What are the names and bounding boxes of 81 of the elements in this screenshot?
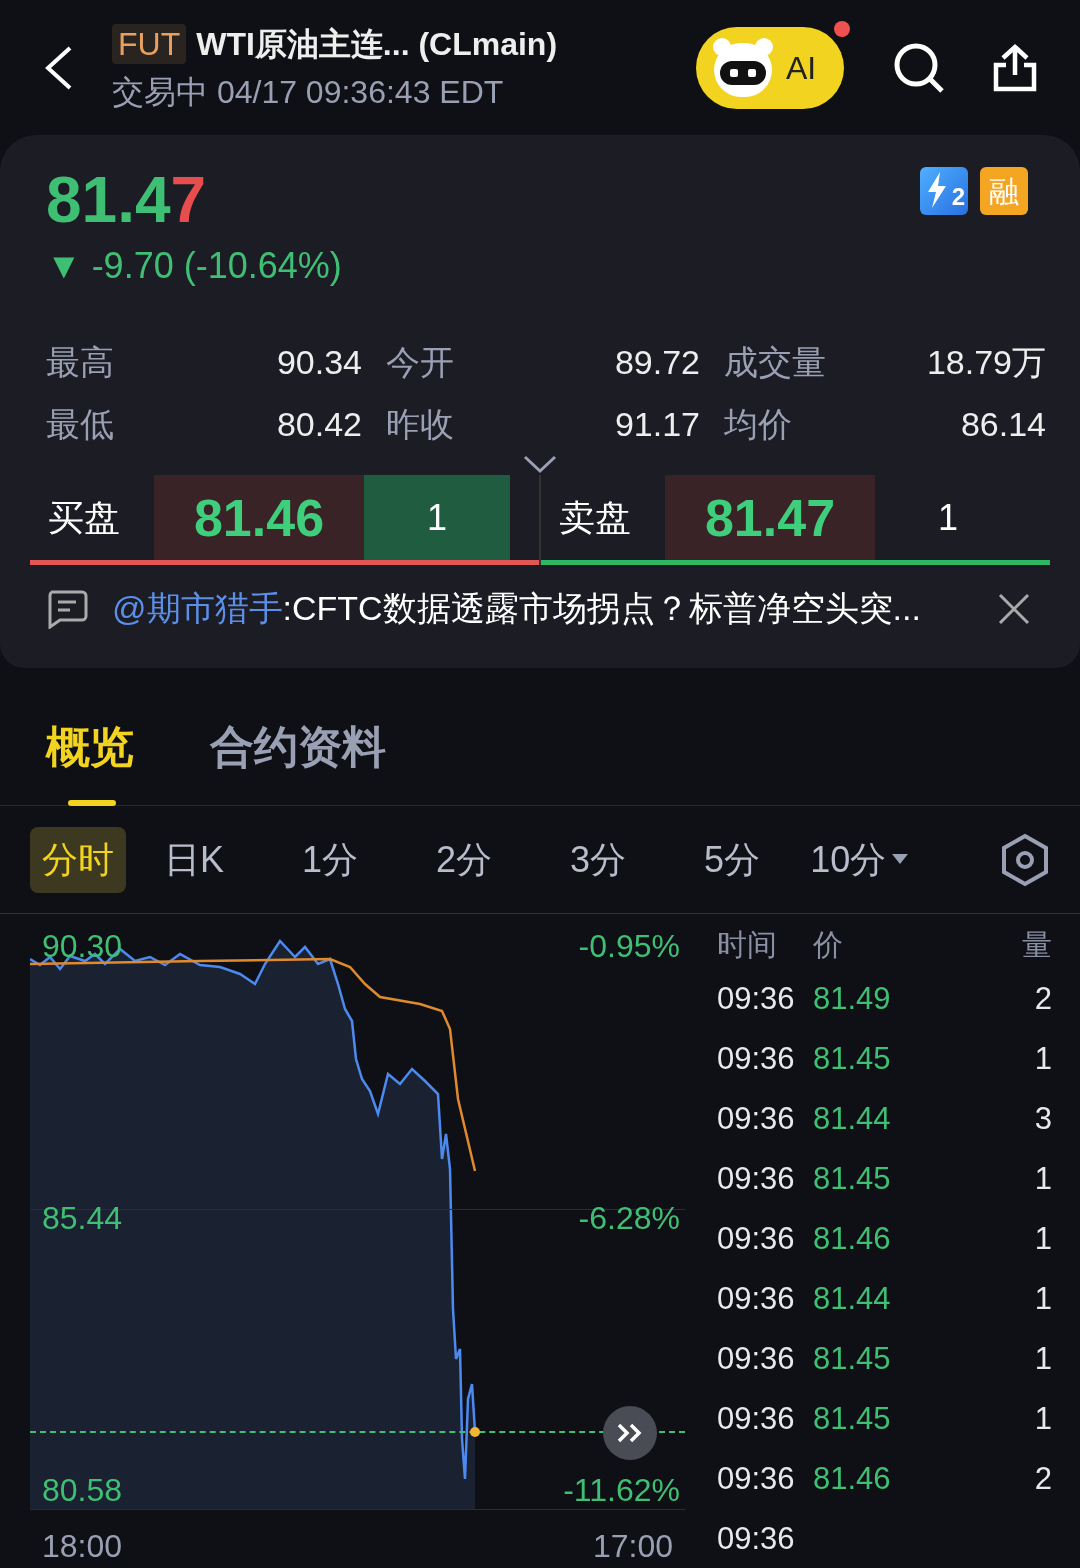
tick-time: 09:36 — [717, 1519, 796, 1558]
tick-price: 81.45 — [813, 1399, 891, 1438]
stat-label: 昨收 — [386, 404, 454, 445]
column-header: 量 — [1022, 926, 1052, 963]
period-tab[interactable]: 分时 — [30, 826, 126, 893]
bid-price: 81.46 — [154, 475, 364, 560]
column-header: 价 — [813, 926, 844, 963]
stat-value: 80.42 — [276, 404, 362, 445]
tick-time: 09:36 — [717, 1459, 796, 1498]
percent-axis-label: -0.95% — [578, 927, 680, 966]
tick-time: 09:36 — [717, 979, 796, 1018]
tick-time: 09:36 — [717, 1039, 796, 1078]
tick-quantity: 2 — [1034, 979, 1052, 1018]
tick-quantity: 1 — [1034, 1039, 1052, 1078]
tick-price: 81.44 — [813, 1279, 891, 1318]
stat-value: 91.17 — [614, 404, 700, 445]
tick-price: 81.45 — [813, 1339, 891, 1378]
tick-price: 81.45 — [813, 1039, 891, 1078]
scroll-latest-button[interactable] — [603, 1406, 657, 1460]
stat-value: 86.14 — [960, 404, 1046, 445]
tick-price: 81.45 — [813, 1159, 891, 1198]
instrument-title: WTI原油主连... (CLmain) — [196, 24, 558, 64]
percent-axis-label: -11.62% — [563, 1471, 680, 1510]
tick-quantity: 2 — [1034, 1459, 1052, 1498]
stat-label: 最高 — [46, 342, 114, 383]
section-tab[interactable]: 概览 — [46, 683, 134, 810]
time-axis-label: 17:00 — [592, 1527, 673, 1566]
section-tab[interactable]: 合约资料 — [210, 683, 386, 810]
tick-price: 81.46 — [813, 1459, 891, 1498]
trading-status: 交易中 04/17 09:36:43 EDT — [112, 72, 505, 112]
stat-value: 89.72 — [614, 342, 700, 383]
comment-icon — [46, 588, 88, 629]
stat-label: 最低 — [46, 404, 114, 445]
tick-quantity: 1 — [1034, 1219, 1052, 1258]
tick-time: 09:36 — [717, 1279, 796, 1318]
percent-axis-label: -6.28% — [578, 1199, 680, 1238]
bid-quantity: 1 — [364, 475, 510, 560]
lightning-level-badge: 2 — [920, 167, 968, 215]
tick-time: 09:36 — [717, 1339, 796, 1378]
stat-label: 均价 — [724, 404, 792, 445]
period-tab[interactable]: 5分 — [692, 826, 773, 893]
margin-badge: 融 — [980, 167, 1028, 215]
period-tab[interactable]: 10分 — [798, 826, 921, 893]
stat-label: 成交量 — [724, 342, 826, 383]
tick-time: 09:36 — [717, 1399, 796, 1438]
price-change: ▼ -9.70 (-10.64%) — [46, 244, 342, 288]
tick-quantity: 1 — [1034, 1339, 1052, 1378]
tick-quantity: 1 — [1034, 1399, 1052, 1438]
price-axis-label: 80.58 — [42, 1471, 123, 1510]
last-price: 81.47 — [46, 165, 208, 235]
tick-quantity: 3 — [1034, 1099, 1052, 1138]
tick-time: 09:36 — [717, 1159, 796, 1198]
period-tab[interactable]: 2分 — [424, 826, 505, 893]
stat-value: 18.79万 — [926, 342, 1046, 383]
expand-chevron-icon[interactable] — [523, 455, 557, 475]
tick-price: 81.46 — [813, 1219, 891, 1258]
news-headline[interactable]: @期市猎手:CFTC数据透露市场拐点？标普净空头突... — [112, 583, 998, 634]
settings-icon[interactable] — [1000, 832, 1050, 887]
stat-label: 今开 — [386, 342, 454, 383]
ask-quantity: 1 — [937, 495, 959, 540]
tick-quantity: 1 — [1034, 1279, 1052, 1318]
price-axis-label: 85.44 — [42, 1199, 123, 1238]
price-axis-label: 90.30 — [42, 927, 123, 966]
ask-label: 卖盘 — [558, 495, 632, 540]
futures-badge: FUT — [112, 23, 187, 64]
stat-value: 90.34 — [276, 342, 362, 383]
column-header: 时间 — [717, 926, 778, 963]
time-axis-label: 18:00 — [42, 1527, 123, 1566]
tick-quantity: 1 — [1034, 1159, 1052, 1198]
tick-price: 81.49 — [813, 979, 891, 1018]
period-tab[interactable]: 3分 — [558, 826, 639, 893]
period-tab[interactable]: 1分 — [290, 826, 371, 893]
double-chevron-icon — [617, 1423, 643, 1443]
period-tab[interactable]: 日K — [152, 826, 236, 893]
close-icon[interactable] — [998, 592, 1030, 625]
bid-label: 买盘 — [47, 495, 121, 540]
tick-time: 09:36 — [717, 1219, 796, 1258]
ai-button[interactable]: AI — [696, 26, 844, 109]
tick-time: 09:36 — [717, 1099, 796, 1138]
ask-price: 81.47 — [665, 475, 875, 560]
tick-price: 81.44 — [813, 1099, 891, 1138]
